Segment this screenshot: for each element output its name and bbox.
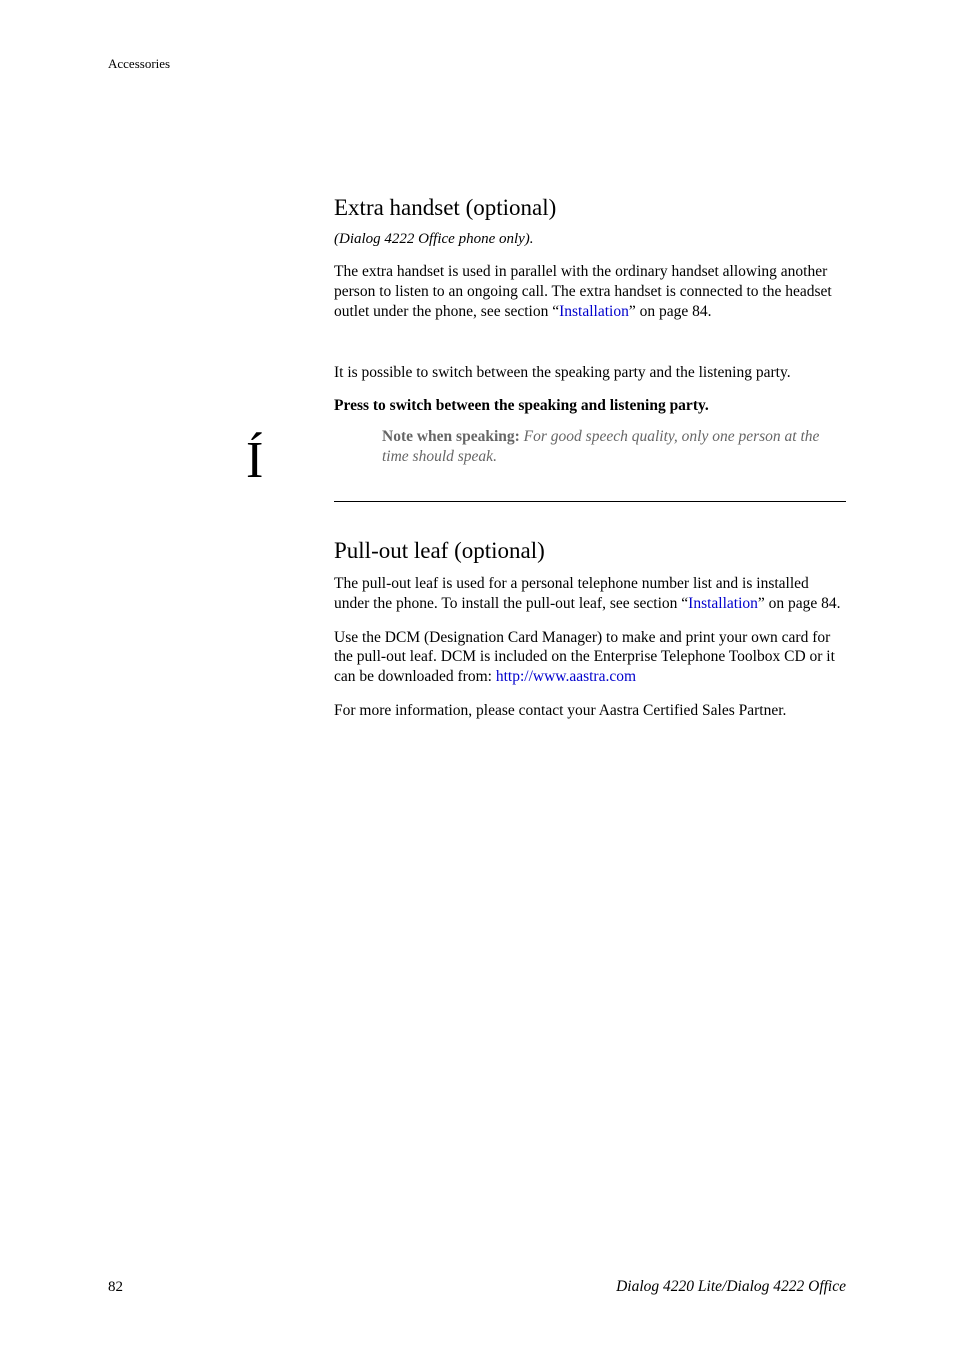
main-column: Extra handset (optional) (Dialog 4222 Of… (334, 195, 846, 735)
model-subtitle: (Dialog 4222 Office phone only). (334, 231, 846, 248)
heading-extra-handset: Extra handset (optional) (334, 195, 846, 221)
body-text: ” on page 84. (629, 303, 712, 320)
installation-link[interactable]: Installation (688, 595, 758, 612)
note-label: Note when speaking: (382, 428, 524, 445)
button-key-icon: Í (246, 435, 263, 487)
page-footer: 82 Dialog 4220 Lite/Dialog 4222 Office (108, 1278, 846, 1296)
page-number: 82 (108, 1279, 123, 1296)
section-name: Accessories (108, 56, 170, 71)
extra-handset-description: The extra handset is used in parallel wi… (334, 262, 846, 321)
pullout-description: The pull-out leaf is used for a personal… (334, 574, 846, 614)
running-header: Accessories (108, 56, 170, 72)
switch-description: It is possible to switch between the spe… (334, 363, 846, 383)
section-divider (334, 501, 846, 502)
installation-link[interactable]: Installation (559, 303, 629, 320)
note-speaking: Note when speaking: For good speech qual… (334, 427, 846, 467)
dcm-description: Use the DCM (Designation Card Manager) t… (334, 628, 846, 687)
heading-pullout-leaf: Pull-out leaf (optional) (334, 538, 846, 564)
contact-info: For more information, please contact you… (334, 701, 846, 721)
body-text: ” on page 84. (758, 595, 841, 612)
aastra-url-link[interactable]: http://www.aastra.com (496, 668, 636, 685)
document-title: Dialog 4220 Lite/Dialog 4222 Office (616, 1278, 846, 1296)
step-press-switch: Press to switch between the speaking and… (334, 397, 846, 415)
